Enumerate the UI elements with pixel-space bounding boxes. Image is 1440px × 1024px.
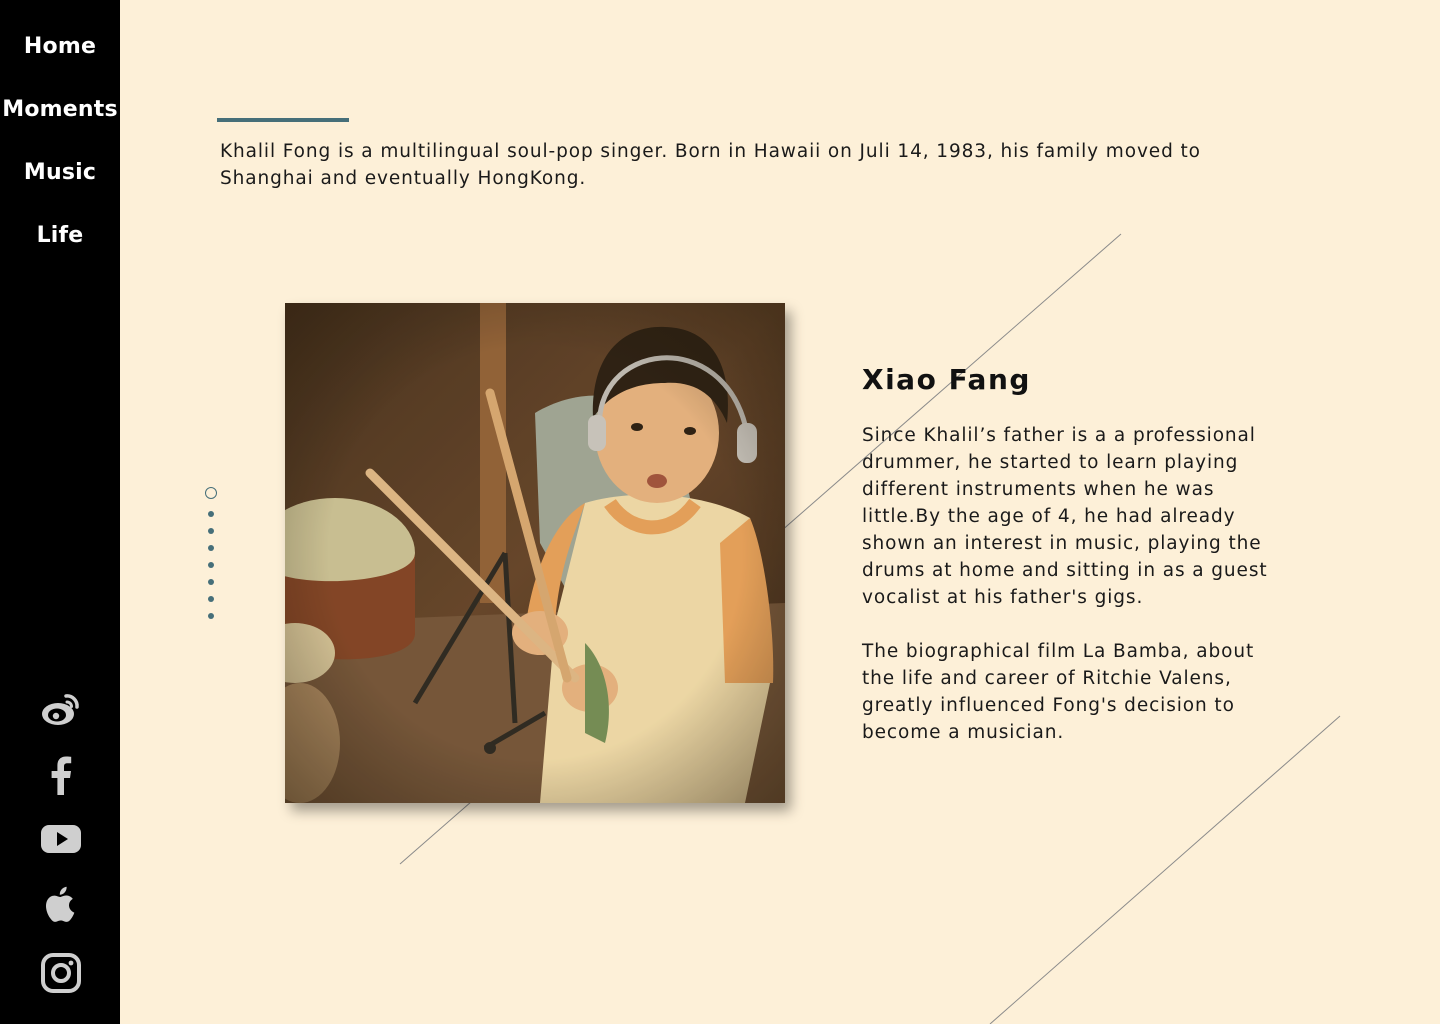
- nav-item-life[interactable]: Life: [0, 222, 120, 250]
- nav-item-moments[interactable]: Moments: [0, 96, 120, 124]
- intro-text: Khalil Fong is a multilingual soul-pop s…: [220, 141, 1201, 189]
- instagram-icon[interactable]: [40, 952, 82, 994]
- pager-dot-active[interactable]: [205, 487, 217, 499]
- slide-pager: [203, 486, 221, 626]
- sidebar: Home Moments Music Life: [0, 0, 120, 1024]
- weibo-icon[interactable]: [40, 688, 82, 730]
- pager-dot[interactable]: [208, 596, 214, 602]
- section-paragraph-2: The biographical film La Bamba, about th…: [862, 641, 1255, 743]
- section-title: Xiao Fang: [862, 363, 1031, 396]
- section-paragraph-1: Since Khalil’s father is a a professiona…: [862, 425, 1268, 608]
- apple-icon[interactable]: [40, 883, 82, 925]
- pager-dot[interactable]: [208, 562, 214, 568]
- pager-dot[interactable]: [208, 579, 214, 585]
- facebook-icon[interactable]: [40, 754, 82, 796]
- nav-item-music[interactable]: Music: [0, 159, 120, 187]
- youtube-icon[interactable]: [40, 818, 82, 860]
- pager-dot[interactable]: [208, 545, 214, 551]
- childhood-photo: [285, 303, 785, 803]
- pager-dot[interactable]: [208, 613, 214, 619]
- pager-dot[interactable]: [208, 511, 214, 517]
- pager-dot[interactable]: [208, 528, 214, 534]
- nav-item-home[interactable]: Home: [0, 33, 120, 61]
- accent-line: [217, 118, 349, 122]
